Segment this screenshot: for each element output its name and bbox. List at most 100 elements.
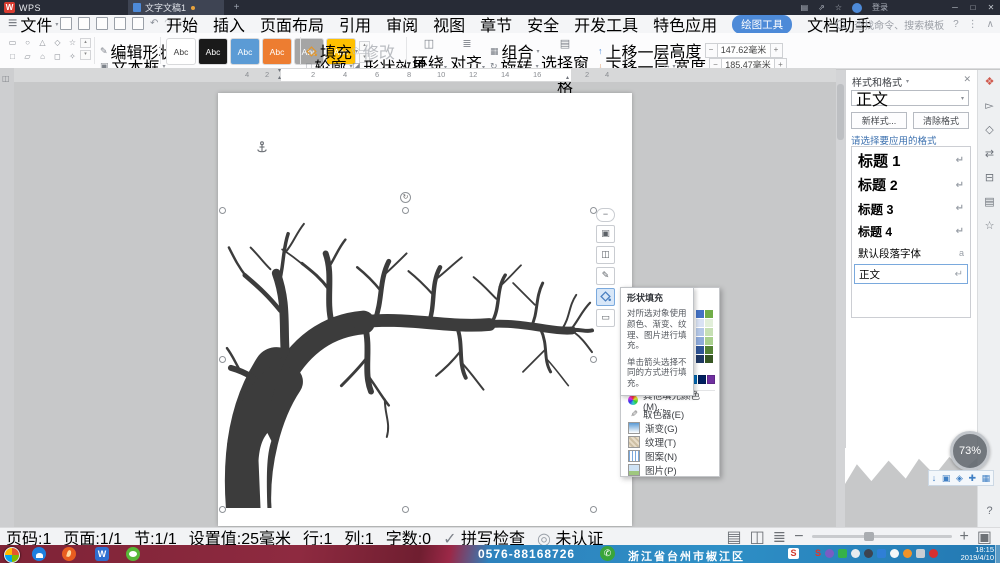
shape-option[interactable]: ▱ [21,51,34,63]
fit-page-icon[interactable]: ▣ [977,527,992,547]
taskbar-wechat-icon[interactable] [126,547,140,561]
style-combo[interactable]: 正文 ▾ [851,90,969,106]
format-painter-icon[interactable]: ❖ [978,70,1000,94]
shape-style-swatch[interactable]: Abc [230,38,260,65]
shape-option[interactable]: ◻ [51,51,64,63]
indent-marker-left[interactable]: ▾ [278,67,281,74]
start-button[interactable] [4,547,20,563]
search-input[interactable]: 查找命令、搜索模板 [854,17,944,32]
shapes-icon[interactable]: ◇ [978,118,1000,142]
selection-handle-sw[interactable] [219,506,226,513]
menu-item-texture[interactable]: 纹理(T) [621,435,719,449]
taskbar-flame-app-icon[interactable] [62,547,76,561]
menu-item-pattern[interactable]: 图案(N) [621,449,719,463]
download-icon[interactable]: ↓ [932,473,937,483]
taskbar-browser-icon[interactable] [32,547,46,561]
new-doc-icon[interactable] [60,17,72,30]
standard-color-swatch[interactable] [698,375,706,384]
theme-color-swatch[interactable] [696,337,704,345]
theme-color-swatch[interactable] [696,319,704,327]
switch-icon[interactable]: ⇄ [978,142,1000,166]
style-heading3[interactable]: 标题 3↵ [852,197,970,220]
tray-shield-icon[interactable] [877,549,886,558]
tray-wifi-icon[interactable] [838,549,847,558]
show-desktop-button[interactable] [995,545,1000,563]
standard-color-swatch[interactable] [707,375,715,384]
view-outline-icon[interactable]: ◫ [750,527,765,547]
selection-handle-w[interactable] [219,356,226,363]
view-web-icon[interactable]: ≣ [773,527,786,547]
wrap-style-button[interactable]: ◫ [596,246,615,264]
collapse-ribbon-icon[interactable]: ∧ [987,19,994,30]
layout-options-button[interactable]: ▣ [596,225,615,243]
shape-style-swatch[interactable]: Abc [262,38,292,65]
minimize-button[interactable]: ─ [946,0,964,15]
login-label[interactable]: 登录 [872,0,888,15]
new-style-button[interactable]: 新样式... [851,112,907,129]
theme-color-swatch[interactable] [696,310,704,318]
open-icon[interactable] [78,17,90,30]
tray-volume-icon[interactable] [916,549,925,558]
tray-purple-icon[interactable] [825,549,834,558]
undo-icon[interactable]: ↶ [150,18,158,29]
panel-close-icon[interactable]: ✕ [963,74,971,85]
style-heading1[interactable]: 标题 1↵ [852,147,970,173]
tab-drawing-tools-active[interactable]: 绘图工具 [732,15,792,34]
style-heading2[interactable]: 标题 2↵ [852,173,970,197]
shape-option[interactable]: ✧ [66,51,79,63]
theme-color-swatch[interactable] [696,346,704,354]
print-icon[interactable] [114,17,126,30]
theme-color-swatch[interactable] [696,328,704,336]
shape-style-button[interactable]: ▭ [596,309,615,327]
save-icon[interactable] [96,17,108,30]
style-default-font[interactable]: 默认段落字体a [852,243,970,263]
zoom-slider[interactable] [812,535,952,538]
window-icon[interactable]: ▣ [942,473,951,484]
shape-option[interactable]: ⌂ [36,51,49,63]
shape-option[interactable]: ▭ [6,37,19,49]
theme-color-swatch[interactable] [705,310,713,318]
tree-silhouette-shape[interactable] [224,212,594,508]
zoom-in-button[interactable]: + [960,528,969,546]
selection-handle-s[interactable] [402,506,409,513]
shape-option[interactable]: △ [36,37,49,49]
zoom-out-button[interactable]: − [794,528,803,546]
theme-color-swatch[interactable] [705,319,713,327]
favorites-icon[interactable]: ☆ [978,214,1000,238]
selection-handle-e[interactable] [590,356,597,363]
selection-handle-n[interactable] [402,207,409,214]
file-menu[interactable]: ≡ 文件 ▾ [4,15,62,33]
user-avatar[interactable] [852,3,862,13]
add-icon[interactable]: ✚ [969,473,977,484]
tray-input-method-icon[interactable] [864,549,873,558]
help-icon[interactable]: ? [953,19,959,30]
selection-handle-se[interactable] [590,506,597,513]
theme-color-swatch[interactable] [705,346,713,354]
grid-icon[interactable]: ▦ [982,473,991,484]
selection-handle-nw[interactable] [219,207,226,214]
taskbar-clock[interactable]: 18:15 2019/4/10 [961,546,994,562]
collapse-toolbar-button[interactable]: − [596,208,615,222]
shape-option[interactable]: □ [6,51,19,63]
copy-icon[interactable]: ▤ [978,190,1000,214]
lock-icon[interactable]: ⊟ [978,166,1000,190]
style-body-selected[interactable]: 正文↵ [854,264,968,284]
view-page-icon[interactable]: ▤ [727,527,742,547]
gallery-up-icon[interactable]: ▴ [80,38,91,48]
document-scrollbar-thumb[interactable] [837,84,844,140]
shape-style-swatch[interactable]: Abc [198,38,228,65]
maximize-button[interactable]: □ [964,0,982,15]
indent-marker-left-bottom[interactable]: ▴ [278,74,281,81]
tray-orange-icon[interactable] [903,549,912,558]
speedup-ball[interactable]: 73% [950,431,990,471]
shape-option[interactable]: ☆ [66,37,79,49]
rotate-handle[interactable]: ↻ [400,192,411,203]
outline-pen-button[interactable]: ✎ [596,267,615,285]
shape-option[interactable]: ○ [21,37,34,49]
help-icon[interactable]: ? [978,499,1000,523]
theme-color-swatch[interactable] [705,328,713,336]
more-icon[interactable]: ⋮ [968,19,978,30]
tray-message-icon[interactable] [890,549,899,558]
taskbar-wps-icon[interactable]: W [95,547,109,561]
indent-marker-right[interactable]: ▴ [566,74,569,81]
